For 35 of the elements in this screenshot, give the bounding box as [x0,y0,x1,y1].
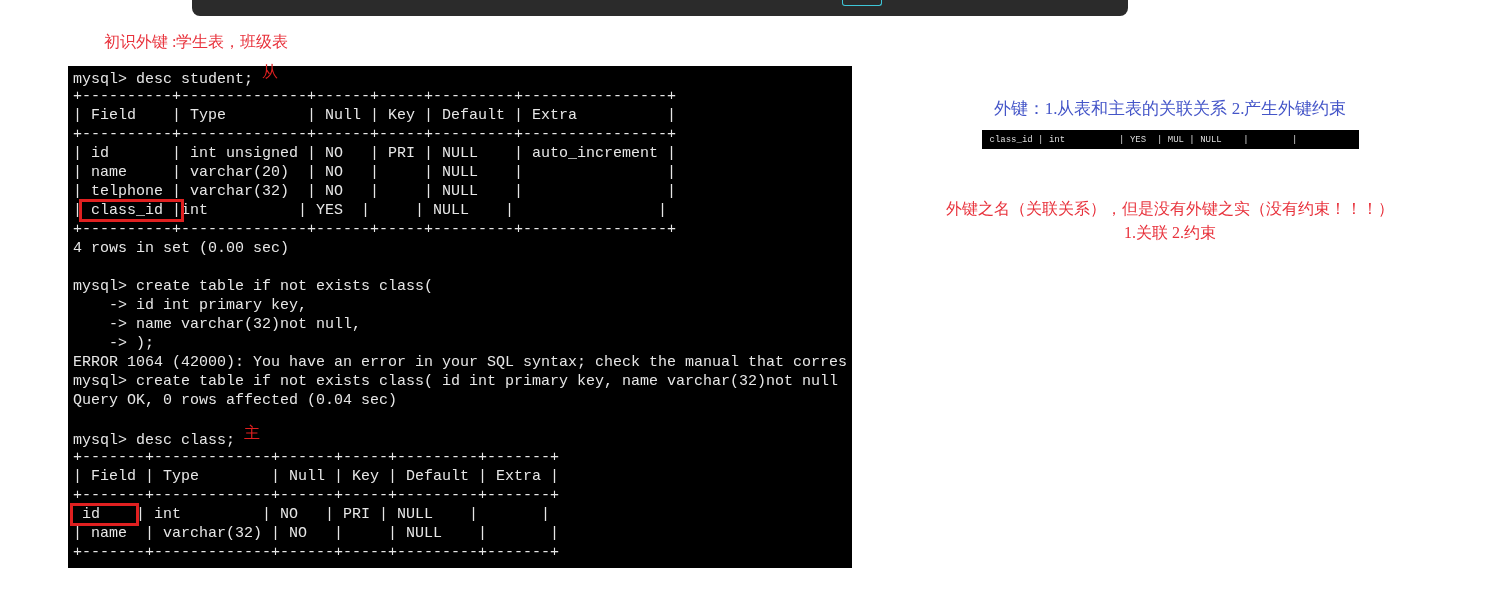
terminal-line: -> ); [108,335,154,352]
terminal-line: +-------+-------------+------+-----+---------+-------+ [73,544,560,561]
terminal-line: +-------+-------------+------+-----+---------+-------+ [73,487,560,504]
terminal-line: | Field | Type | Null | Key | Default | Extra | [73,107,677,124]
terminal-line: -> id int primary key, [108,297,308,314]
terminal-line: Query OK, 0 rows affected (0.04 sec) [73,392,398,409]
annotation-text: 主 [244,424,261,441]
terminal-line: +----------+--------------+------+-----+---------+----------------+ [73,221,677,238]
terminal-line: mysql> create table if not exists class( id int primary key, name varchar(32)not null [73,373,839,390]
highlighted-text: id [73,506,136,523]
terminal-line: mysql> desc class; [73,432,237,449]
terminal-line: | name | varchar(32) | NO | | NULL | | [73,525,560,542]
remark-text: 1.关联 2.约束 [1124,223,1216,243]
definition-text: 外键：1.从表和主表的关联关系 2.产生外键约束 [993,98,1347,120]
terminal-line: +----------+--------------+------+-----+---------+----------------+ [73,88,677,105]
toolbar-button[interactable] [842,0,882,6]
terminal-line: | telphone | varchar(32) | NO | | NULL | | [73,183,677,200]
terminal-line: | [73,202,82,219]
remark-text: 外键之名（关联关系），但是没有外键之实（没有约束！！！） [946,199,1394,219]
terminal-line: mysql> create table if not exists class( [73,278,434,295]
highlighted-text: class_id | [82,202,182,219]
terminal-line: mysql> desc student; [73,71,255,88]
heading: 初识外键 :学生表，班级表 [104,32,289,52]
terminal-line: int | YES | | NULL | | [181,202,668,219]
terminal-line: ERROR 1064 (42000): You have an error in your SQL syntax; check the manual that corres [73,354,848,371]
annotation-text: 从 [262,63,279,80]
terminal-line: | Field | Type | Null | Key | Default | Extra | [73,468,560,485]
terminal-line: +-------+-------------+------+-----+---------+-------+ [73,449,560,466]
terminal-line: -> name varchar(32)not null, [108,316,362,333]
terminal-line: 4 rows in set (0.00 sec) [73,240,290,257]
terminal-line: +----------+--------------+------+-----+---------+----------------+ [73,126,677,143]
terminal-strip: class_id | int | YES | MUL | NULL | | [981,129,1359,149]
terminal-line: | int | NO | PRI | NULL | | [136,506,551,523]
terminal-line: | name | varchar(20) | NO | | NULL | | [73,164,677,181]
terminal-line: | id | int unsigned | NO | PRI | NULL | auto_increment | [73,145,677,162]
